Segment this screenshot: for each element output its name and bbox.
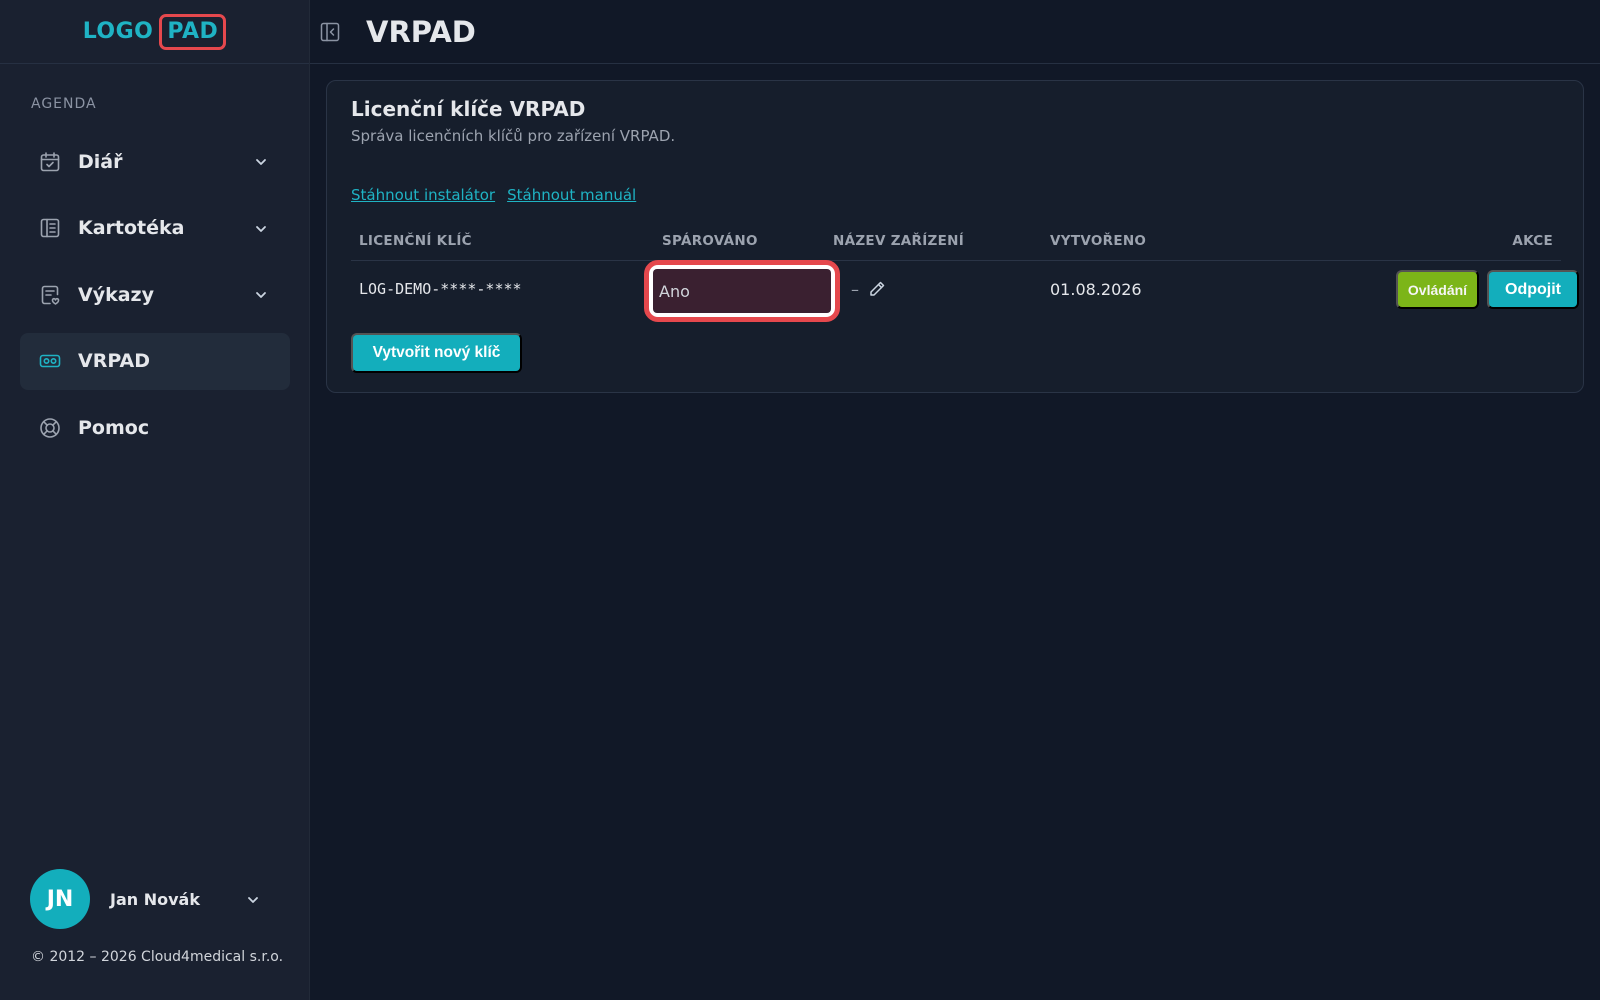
table-header: LICENČNÍ KLÍČ SPÁROVÁNO NÁZEV ZAŘÍZENÍ V… [351, 219, 1561, 261]
column-header-paired: SPÁROVÁNO [662, 233, 758, 249]
sidebar: LOGO PAD AGENDA Diář Kartotéka Výkazy VR… [0, 0, 310, 1000]
control-button[interactable]: Ovládání [1396, 270, 1479, 309]
column-header-actions: AKCE [1512, 233, 1553, 249]
edit-device-name-icon[interactable] [867, 279, 887, 299]
section-label: AGENDA [31, 96, 97, 112]
chevron-down-icon [254, 222, 268, 236]
book-icon [38, 216, 62, 240]
sidebar-item-pomoc[interactable]: Pomoc [20, 399, 290, 456]
user-name: Jan Novák [110, 889, 200, 909]
sidebar-item-vykazy[interactable]: Výkazy [20, 266, 290, 323]
sidebar-item-vrpad[interactable]: VRPAD [20, 332, 290, 390]
card-title: Licenční klíče VRPAD [351, 97, 586, 121]
chevron-down-icon [254, 288, 268, 302]
sidebar-item-label: Pomoc [78, 416, 150, 439]
download-links: Stáhnout instalátor Stáhnout manuál [351, 186, 636, 204]
card-subtitle: Správa licenčních klíčů pro zařízení VRP… [351, 127, 676, 145]
avatar: JN [30, 869, 90, 929]
lifebuoy-icon [38, 416, 62, 440]
sidebar-item-label: Výkazy [78, 283, 154, 306]
license-key-value: LOG-DEMO-****-**** [359, 280, 522, 298]
logo-text-right: PAD [159, 13, 227, 50]
logo-bar: LOGO PAD [0, 0, 309, 64]
logo-text-left: LOGO [82, 19, 154, 44]
logo[interactable]: LOGO PAD [82, 13, 227, 50]
sidebar-item-label: Diář [78, 150, 123, 173]
paired-value: Ano [653, 269, 831, 313]
table-row: LOG-DEMO-****-**** Ano – 01.08.2026 Ovlá… [351, 260, 1579, 322]
chevron-down-icon [246, 893, 260, 907]
download-manual-link[interactable]: Stáhnout manuál [507, 186, 636, 204]
license-table: LICENČNÍ KLÍČ SPÁROVÁNO NÁZEV ZAŘÍZENÍ V… [351, 219, 1579, 322]
sidebar-item-label: VRPAD [78, 350, 150, 372]
sidebar-item-label: Kartotéka [78, 217, 185, 239]
sidebar-item-diar[interactable]: Diář [20, 133, 290, 190]
chevron-down-icon [254, 155, 268, 169]
user-menu[interactable]: JN Jan Novák [30, 869, 270, 929]
license-keys-card: Licenční klíče VRPAD Správa licenčních k… [326, 80, 1584, 393]
download-installer-link[interactable]: Stáhnout instalátor [351, 186, 495, 204]
column-header-created: VYTVOŘENO [1050, 233, 1147, 249]
disconnect-button[interactable]: Odpojit [1487, 270, 1579, 309]
create-new-key-button[interactable]: Vytvořit nový klíč [351, 333, 522, 373]
sidebar-nav: Diář Kartotéka Výkazy VRPAD Pomoc [20, 133, 290, 466]
sidebar-item-kartoteka[interactable]: Kartotéka [20, 200, 290, 257]
vr-headset-icon [38, 349, 62, 373]
sidebar-collapse-icon[interactable] [319, 21, 341, 43]
paired-highlight: Ano [644, 260, 840, 322]
copyright: © 2012 – 2026 Cloud4medical s.r.o. [31, 949, 284, 965]
device-name-value: – [851, 280, 859, 299]
calendar-check-icon [38, 150, 62, 174]
report-heart-icon [38, 283, 62, 307]
column-header-device: NÁZEV ZAŘÍZENÍ [833, 233, 965, 249]
column-header-key: LICENČNÍ KLÍČ [359, 233, 472, 249]
page-title: VRPAD [366, 14, 476, 49]
header: VRPAD [310, 0, 1600, 64]
created-date: 01.08.2026 [1050, 280, 1142, 299]
